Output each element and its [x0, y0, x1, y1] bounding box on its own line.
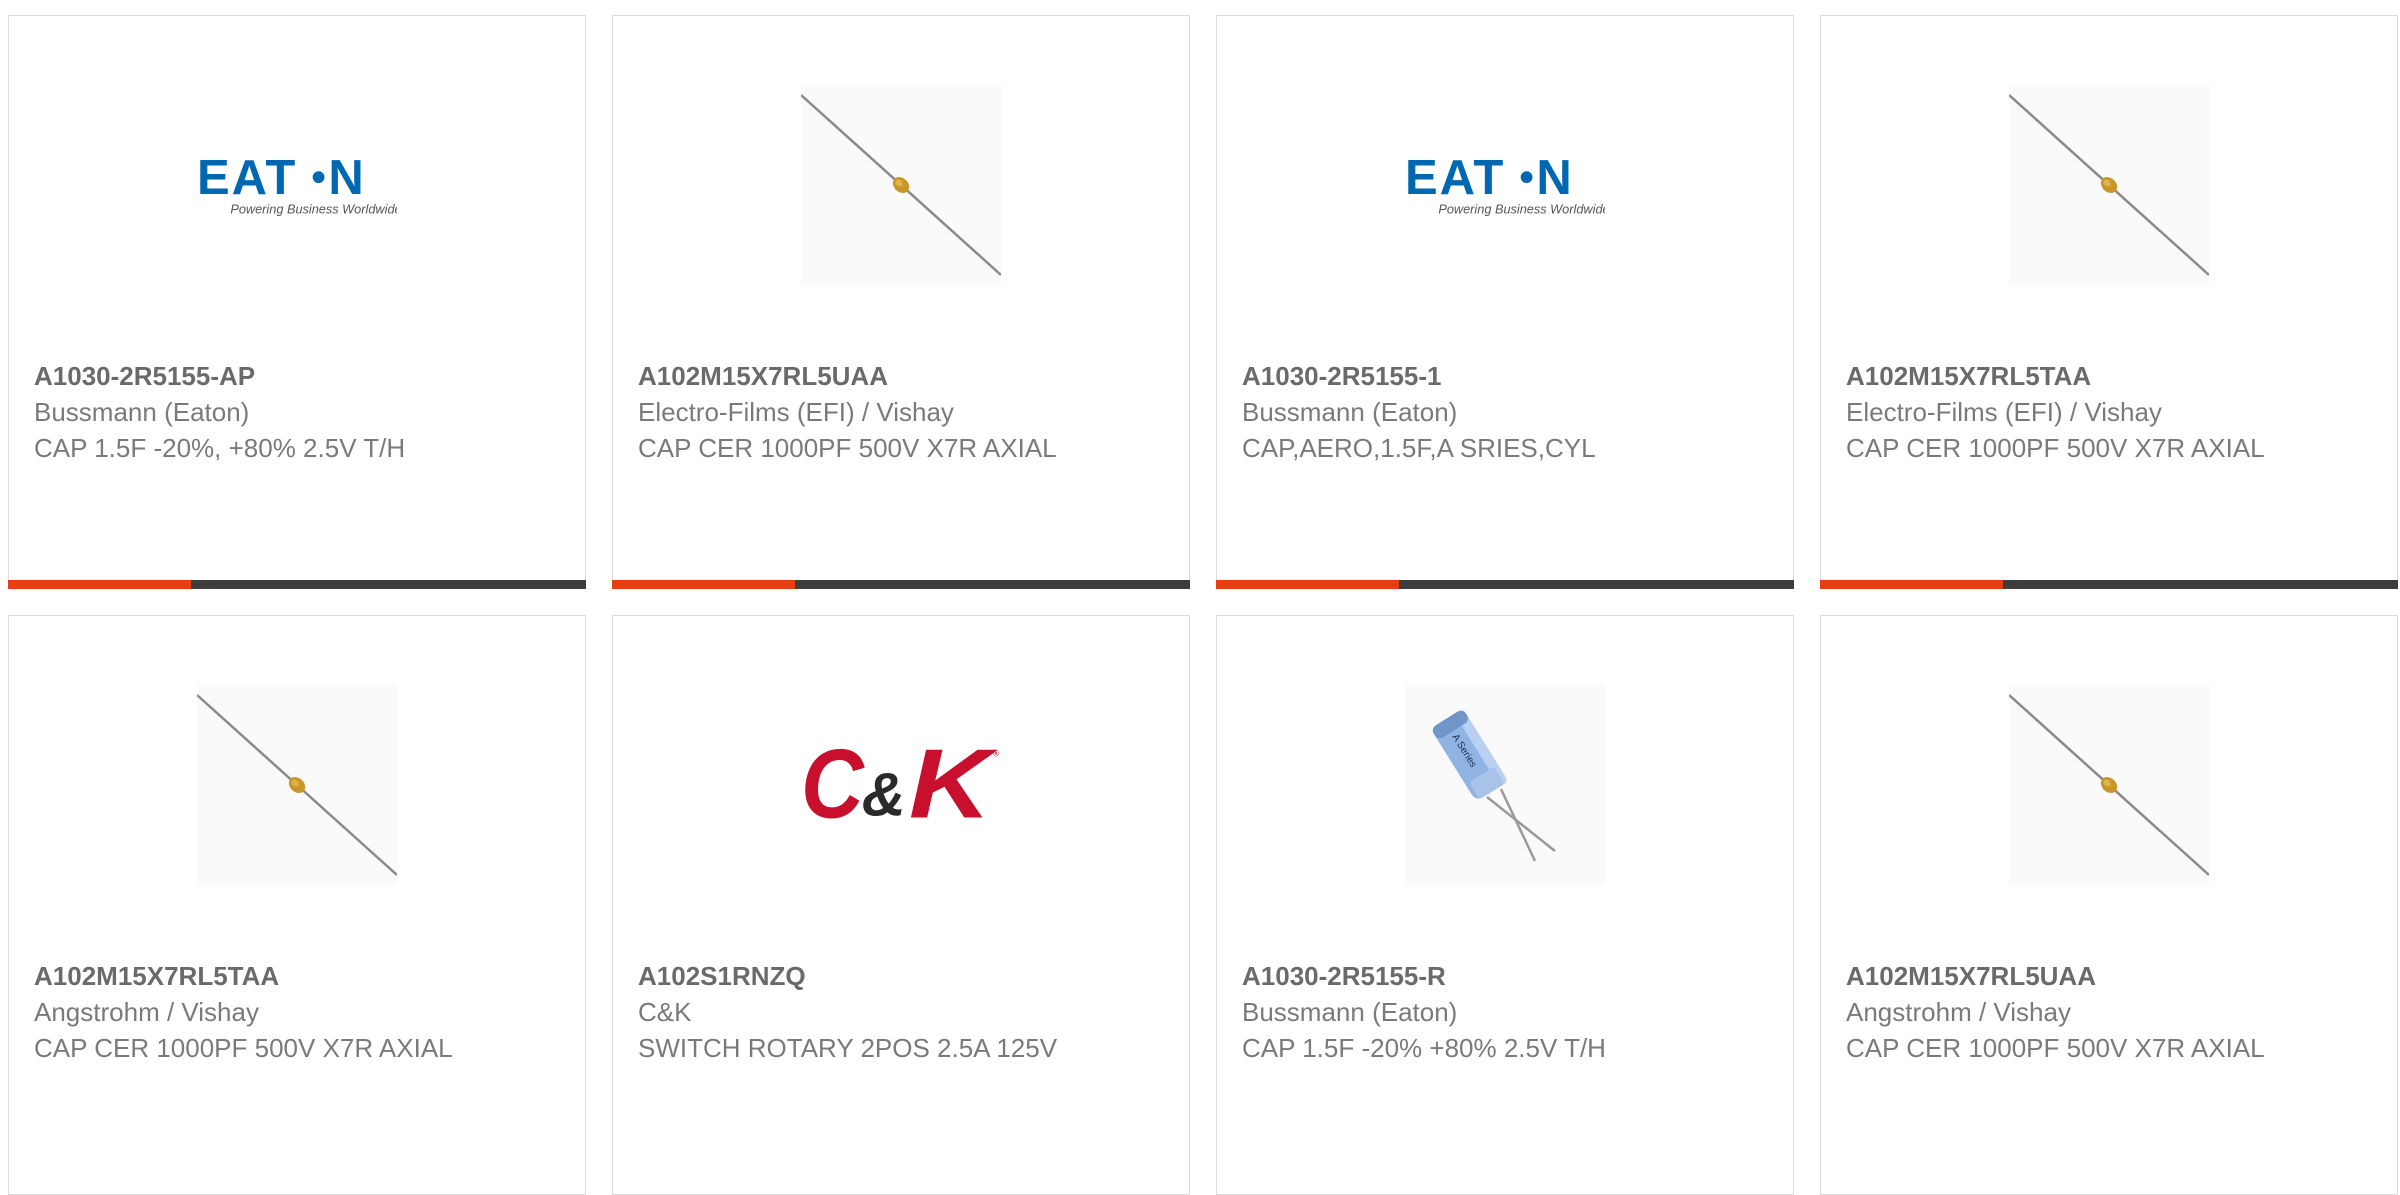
- part-number[interactable]: A102M15X7RL5TAA: [1846, 358, 2286, 394]
- svg-text:&: &: [862, 760, 906, 828]
- product-image: [2009, 85, 2209, 285]
- description: CAP 1.5F -20% +80% 2.5V T/H: [1242, 1033, 1606, 1063]
- product-image: A Series: [1405, 685, 1605, 885]
- description: CAP,AERO,1.5F,A SRIES,CYL: [1242, 433, 1596, 463]
- product-card[interactable]: A102M15X7RL5TAA Electro-Films (EFI) / Vi…: [1820, 15, 2398, 589]
- manufacturer: Electro-Films (EFI) / Vishay: [638, 397, 954, 427]
- part-number[interactable]: A1030-2R5155-AP: [34, 358, 474, 394]
- product-info: A102M15X7RL5TAA Angstrohm / Vishay CAP C…: [34, 958, 474, 1066]
- logo-tagline: Powering Business Worldwide: [1438, 201, 1605, 216]
- product-grid: EAT N Powering Business Worldwide A1030-…: [8, 15, 2400, 1195]
- description: CAP CER 1000PF 500V X7R AXIAL: [638, 433, 1057, 463]
- product-image: [197, 685, 397, 885]
- ck-logo-icon: C & K ®: [801, 730, 999, 838]
- product-image: EAT N Powering Business Worldwide: [1405, 85, 1605, 285]
- product-card[interactable]: A102M15X7RL5TAA Angstrohm / Vishay CAP C…: [8, 615, 586, 1195]
- logo-tagline: Powering Business Worldwide: [230, 201, 397, 216]
- description: CAP CER 1000PF 500V X7R AXIAL: [1846, 1033, 2265, 1063]
- manufacturer: Angstrohm / Vishay: [34, 997, 259, 1027]
- product-info: A102M15X7RL5UAA Angstrohm / Vishay CAP C…: [1846, 958, 2286, 1066]
- svg-text:EAT: EAT: [197, 151, 297, 205]
- axial-capacitor-icon: [2009, 685, 2209, 885]
- manufacturer: Bussmann (Eaton): [34, 397, 250, 427]
- card-accent-bar: [1820, 580, 2398, 589]
- part-number[interactable]: A102M15X7RL5TAA: [34, 958, 474, 994]
- product-info: A1030-2R5155-AP Bussmann (Eaton) CAP 1.5…: [34, 358, 474, 466]
- eaton-logo-icon: EAT N Powering Business Worldwide: [197, 151, 397, 217]
- svg-text:N: N: [1536, 151, 1571, 205]
- manufacturer: Angstrohm / Vishay: [1846, 997, 2071, 1027]
- axial-capacitor-icon: [801, 85, 1001, 285]
- card-accent-bar: [612, 580, 1190, 589]
- product-image: EAT N Powering Business Worldwide: [197, 85, 397, 285]
- part-number[interactable]: A1030-2R5155-1: [1242, 358, 1682, 394]
- product-info: A102S1RNZQ C&K SWITCH ROTARY 2POS 2.5A 1…: [638, 958, 1078, 1066]
- product-image: [801, 85, 1001, 285]
- part-number[interactable]: A102S1RNZQ: [638, 958, 1078, 994]
- svg-text:C: C: [801, 730, 865, 838]
- manufacturer: Bussmann (Eaton): [1242, 997, 1458, 1027]
- product-card[interactable]: C & K ® A102S1RNZQ C&K SWITCH ROTARY 2PO…: [612, 615, 1190, 1195]
- product-info: A1030-2R5155-R Bussmann (Eaton) CAP 1.5F…: [1242, 958, 1682, 1066]
- manufacturer: Bussmann (Eaton): [1242, 397, 1458, 427]
- svg-text:®: ®: [993, 750, 999, 759]
- product-card[interactable]: A Series A1030-2R5155-R Bussmann (Eaton)…: [1216, 615, 1794, 1195]
- product-info: A102M15X7RL5UAA Electro-Films (EFI) / Vi…: [638, 358, 1078, 466]
- card-accent-bar: [8, 580, 586, 589]
- part-number[interactable]: A102M15X7RL5UAA: [638, 358, 1078, 394]
- manufacturer: Electro-Films (EFI) / Vishay: [1846, 397, 2162, 427]
- svg-text:N: N: [328, 151, 363, 205]
- supercapacitor-icon: A Series: [1405, 685, 1605, 885]
- svg-text:EAT: EAT: [1405, 151, 1505, 205]
- part-number[interactable]: A102M15X7RL5UAA: [1846, 958, 2286, 994]
- product-card[interactable]: A102M15X7RL5UAA Electro-Films (EFI) / Vi…: [612, 15, 1190, 589]
- eaton-logo-icon: EAT N Powering Business Worldwide: [1405, 151, 1605, 217]
- part-number[interactable]: A1030-2R5155-R: [1242, 958, 1682, 994]
- product-image: [2009, 685, 2209, 885]
- manufacturer: C&K: [638, 997, 692, 1027]
- product-card[interactable]: EAT N Powering Business Worldwide A1030-…: [1216, 15, 1794, 589]
- svg-text:K: K: [909, 730, 999, 838]
- axial-capacitor-icon: [197, 685, 397, 885]
- description: CAP 1.5F -20%, +80% 2.5V T/H: [34, 433, 406, 463]
- product-info: A1030-2R5155-1 Bussmann (Eaton) CAP,AERO…: [1242, 358, 1682, 466]
- product-card[interactable]: A102M15X7RL5UAA Angstrohm / Vishay CAP C…: [1820, 615, 2398, 1195]
- product-card[interactable]: EAT N Powering Business Worldwide A1030-…: [8, 15, 586, 589]
- description: SWITCH ROTARY 2POS 2.5A 125V: [638, 1033, 1058, 1063]
- product-info: A102M15X7RL5TAA Electro-Films (EFI) / Vi…: [1846, 358, 2286, 466]
- description: CAP CER 1000PF 500V X7R AXIAL: [1846, 433, 2265, 463]
- card-accent-bar: [1216, 580, 1794, 589]
- description: CAP CER 1000PF 500V X7R AXIAL: [34, 1033, 453, 1063]
- product-image: C & K ®: [801, 685, 1001, 885]
- axial-capacitor-icon: [2009, 85, 2209, 285]
